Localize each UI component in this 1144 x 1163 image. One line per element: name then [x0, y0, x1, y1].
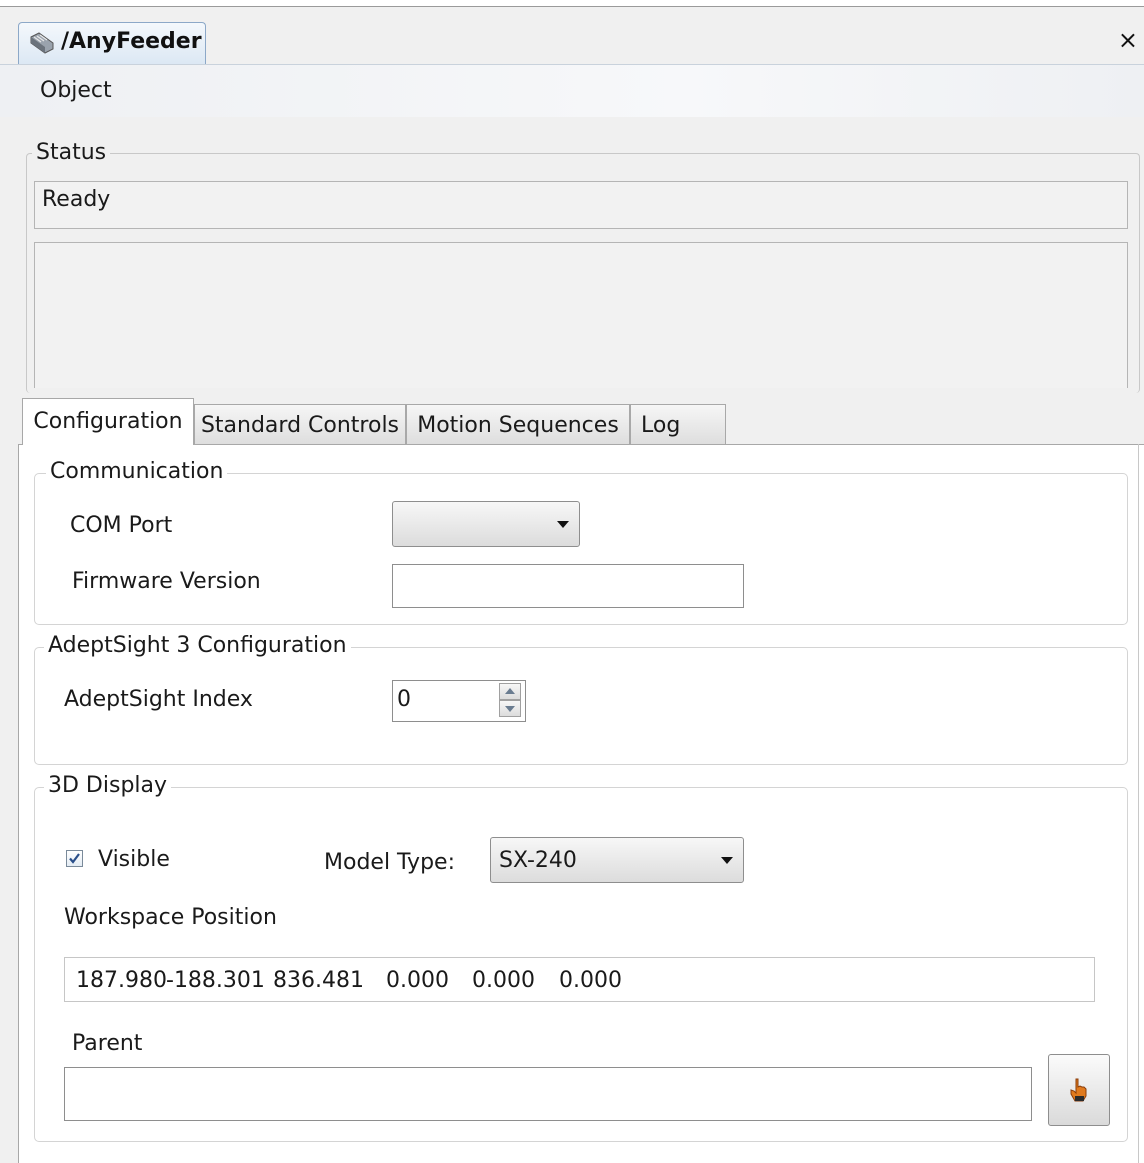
hand-pointer-icon [1070, 1078, 1087, 1102]
com-port-dropdown[interactable] [392, 501, 580, 547]
firmware-version-label: Firmware Version [72, 569, 261, 594]
communication-group-label: Communication [46, 459, 228, 484]
pick-parent-button[interactable] [1048, 1054, 1110, 1126]
tab-configuration[interactable]: Configuration [22, 398, 194, 445]
chevron-down-icon [721, 857, 733, 864]
visible-checkbox[interactable] [66, 850, 83, 867]
status-text: Ready [42, 187, 111, 212]
chevron-down-icon [557, 521, 569, 528]
spin-up-button[interactable] [499, 683, 521, 700]
adeptsight-index-label: AdeptSight Index [64, 687, 253, 712]
feeder-icon [30, 32, 54, 54]
adeptsight-index-value: 0 [397, 687, 411, 712]
workspace-y: -188.301 [166, 968, 265, 993]
arrow-down-icon [505, 706, 515, 712]
checkmark-icon [69, 853, 80, 864]
visible-label: Visible [98, 847, 170, 872]
model-type-label: Model Type: [324, 850, 455, 875]
model-type-value: SX-240 [499, 848, 577, 873]
spin-down-button[interactable] [499, 700, 521, 717]
workspace-roll: 0.000 [559, 968, 622, 993]
adeptsight-group-label: AdeptSight 3 Configuration [44, 633, 351, 658]
firmware-version-field[interactable] [392, 564, 744, 608]
status-details-area [34, 242, 1128, 388]
tab-motion-sequences[interactable]: Motion Sequences [406, 404, 630, 444]
menu-item-object[interactable]: Object [40, 78, 112, 103]
workspace-z: 836.481 [273, 968, 364, 993]
window-title: /AnyFeeder [61, 29, 202, 54]
menu-bar [0, 64, 1144, 117]
workspace-yaw: 0.000 [386, 968, 449, 993]
workspace-pitch: 0.000 [472, 968, 535, 993]
com-port-label: COM Port [70, 513, 173, 538]
workspace-position-label: Workspace Position [64, 905, 277, 930]
document-tab[interactable]: /AnyFeeder [18, 22, 206, 64]
workspace-x: 187.980 [76, 968, 167, 993]
parent-label: Parent [72, 1031, 143, 1056]
display3d-group-label: 3D Display [44, 773, 172, 798]
parent-field[interactable] [64, 1067, 1032, 1121]
model-type-dropdown[interactable]: SX-240 [490, 837, 744, 883]
panel-edge [1138, 444, 1139, 1163]
tab-standard-controls[interactable]: Standard Controls [194, 404, 406, 444]
arrow-up-icon [505, 688, 515, 694]
tab-log[interactable]: Log [630, 404, 726, 444]
top-border [0, 0, 1144, 7]
close-icon[interactable]: × [1118, 28, 1138, 52]
status-group-label: Status [32, 140, 111, 165]
status-field [34, 181, 1128, 229]
